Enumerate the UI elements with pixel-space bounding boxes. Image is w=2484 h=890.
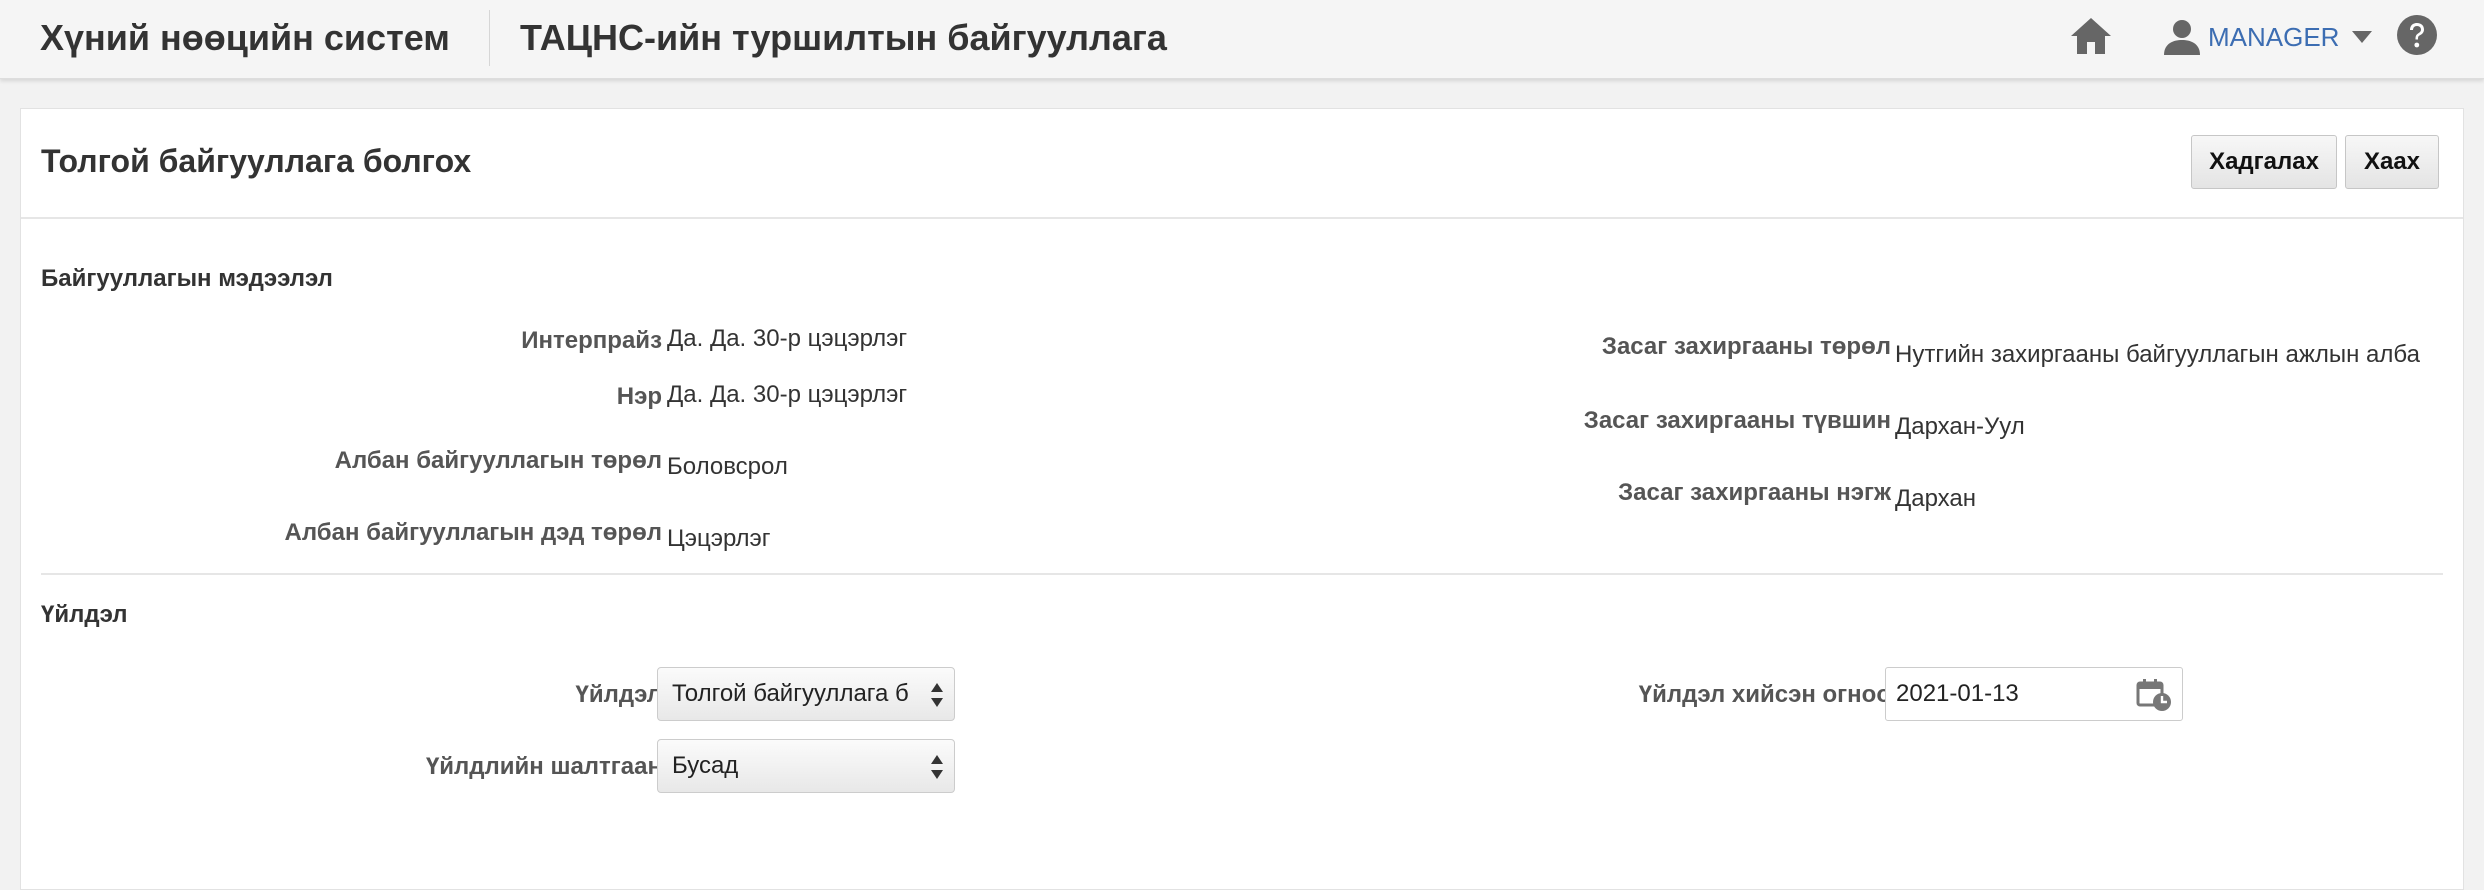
admin-unit-label: Засаг захиргааны нэгж [1618,479,1891,506]
header-divider [489,10,490,66]
panel-header: Толгой байгууллага болгох Хадгалах Хаах [21,109,2463,219]
name-value: Да. Да. 30-р цэцэрлэг [667,381,908,408]
org-type-value: Боловсрол [667,453,788,480]
page-title: Толгой байгууллага болгох [41,143,472,179]
name-label: Нэр [616,383,662,410]
select-arrows-icon [931,755,943,779]
enterprise-label: Интерпрайз [521,327,662,354]
section-divider [41,573,2443,575]
reason-label: Үйлдлийн шалтгаан [425,753,662,780]
organization-title: ТАЦНС-ийн туршилтын байгууллага [520,17,1167,58]
action-select-value: Толгой байгууллага б [672,680,909,707]
reason-select-value: Бусад [672,752,739,779]
action-label: Үйлдэл [575,681,662,708]
admin-type-label: Засаг захиргааны төрөл [1601,333,1891,360]
org-subtype-label: Албан байгууллагын дэд төрөл [284,519,662,546]
user-menu[interactable]: MANAGER [2162,14,2373,60]
enterprise-value: Да. Да. 30-р цэцэрлэг [667,325,908,352]
user-icon [2164,20,2200,55]
action-date-value: 2021-01-13 [1896,680,2019,707]
select-arrows-icon [931,683,943,707]
user-name: MANAGER [2208,21,2340,52]
reason-select[interactable]: Бусад [657,739,955,793]
org-type-label: Албан байгууллагын төрөл [334,447,662,474]
help-icon[interactable] [2396,14,2438,56]
action-select[interactable]: Толгой байгууллага б [657,667,955,721]
main-panel: Толгой байгууллага болгох Хадгалах Хаах … [20,108,2464,890]
action-section-title: Үйлдэл [41,601,128,628]
admin-unit-value: Дархан [1895,485,1977,512]
calendar-icon[interactable] [2136,678,2172,712]
top-navigation-bar: Хүний нөөцийн систем ТАЦНС-ийн туршилтын… [0,0,2484,79]
home-icon[interactable] [2069,16,2113,56]
action-date-input[interactable]: 2021-01-13 [1885,667,2183,721]
close-button[interactable]: Хаах [2345,135,2439,189]
save-button[interactable]: Хадгалах [2191,135,2337,189]
chevron-down-icon [2352,31,2373,43]
admin-level-value: Дархан-Уул [1895,413,2025,440]
admin-level-label: Засаг захиргааны түвшин [1583,407,1891,434]
org-subtype-value: Цэцэрлэг [667,525,771,552]
org-info-section-title: Байгууллагын мэдээлэл [41,265,333,292]
action-date-label: Үйлдэл хийсэн огноо [1638,681,1891,708]
admin-type-value: Нутгийн захиргааны байгууллагын ажлын ал… [1895,341,2420,368]
app-title[interactable]: Хүний нөөцийн систем [40,0,450,78]
